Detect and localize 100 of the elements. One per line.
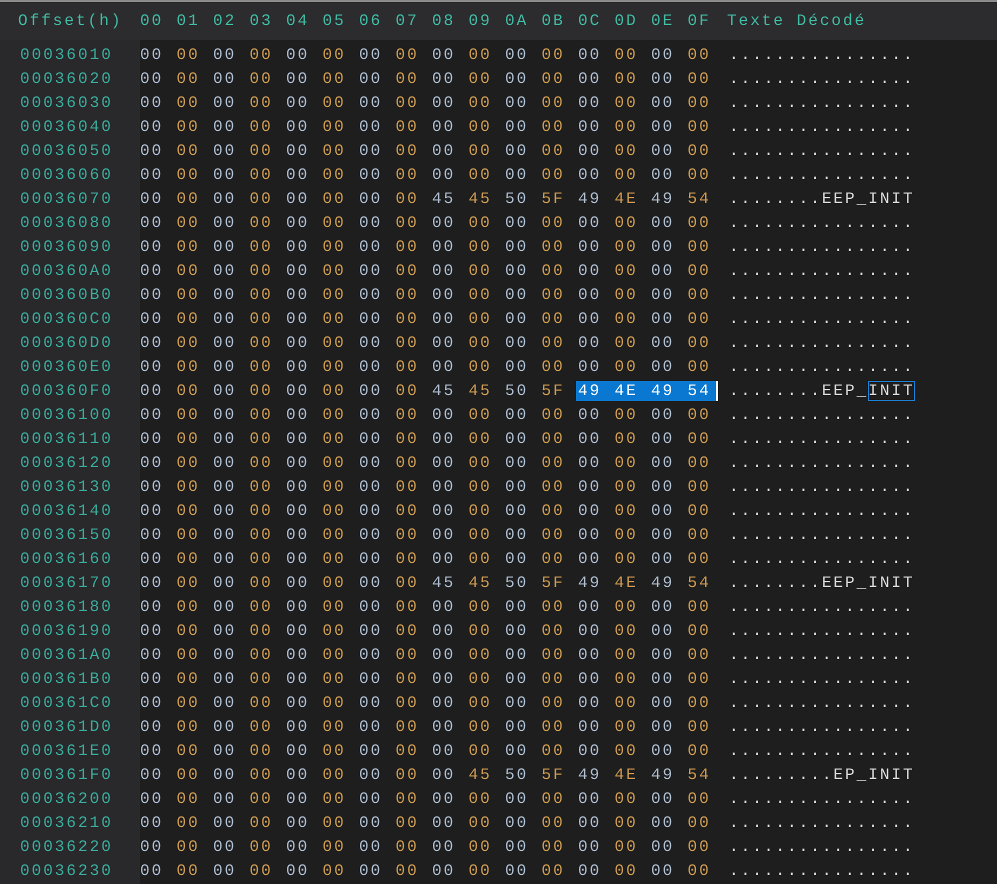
hex-byte[interactable]: 00 xyxy=(320,309,355,329)
hex-byte[interactable]: 00 xyxy=(248,669,282,689)
hex-byte[interactable]: 4E xyxy=(612,189,647,209)
hex-byte[interactable]: 00 xyxy=(174,645,209,665)
hex-byte[interactable]: 00 xyxy=(394,645,428,665)
hex-byte[interactable]: 00 xyxy=(320,213,355,233)
hex-byte[interactable]: 00 xyxy=(466,405,501,425)
hex-byte[interactable]: 00 xyxy=(503,165,538,185)
hex-byte[interactable]: 00 xyxy=(138,693,172,713)
hex-byte[interactable]: 00 xyxy=(394,261,428,281)
hex-byte[interactable]: 00 xyxy=(394,477,428,497)
hex-byte[interactable]: 00 xyxy=(540,741,574,761)
hex-byte[interactable]: 00 xyxy=(686,285,720,305)
hex-byte[interactable]: 00 xyxy=(211,69,246,89)
hex-byte[interactable]: 00 xyxy=(612,117,647,137)
hex-byte[interactable]: 00 xyxy=(138,453,172,473)
hex-byte[interactable]: 00 xyxy=(576,237,610,257)
hex-byte[interactable]: 00 xyxy=(612,477,647,497)
hex-byte[interactable]: 00 xyxy=(320,765,355,785)
hex-byte[interactable]: 00 xyxy=(540,453,574,473)
hex-byte[interactable]: 00 xyxy=(466,669,501,689)
hex-byte[interactable]: 00 xyxy=(284,525,318,545)
hex-byte[interactable]: 00 xyxy=(138,405,172,425)
hex-byte[interactable]: 00 xyxy=(466,285,501,305)
hex-byte[interactable]: 00 xyxy=(430,141,464,161)
hex-byte[interactable]: 00 xyxy=(138,237,172,257)
hex-byte[interactable]: 00 xyxy=(211,357,246,377)
hex-byte[interactable]: 00 xyxy=(284,333,318,353)
hex-byte[interactable]: 00 xyxy=(576,645,610,665)
hex-byte[interactable]: 00 xyxy=(320,573,355,593)
hex-byte[interactable]: 00 xyxy=(430,429,464,449)
hex-byte[interactable]: 00 xyxy=(284,381,318,401)
hex-byte[interactable]: 00 xyxy=(320,669,355,689)
hex-byte[interactable]: 00 xyxy=(466,597,501,617)
hex-byte[interactable]: 00 xyxy=(576,813,610,833)
hex-byte[interactable]: 00 xyxy=(430,357,464,377)
hex-byte[interactable]: 00 xyxy=(320,141,355,161)
hex-byte[interactable]: 00 xyxy=(576,789,610,809)
hex-byte[interactable]: 00 xyxy=(649,621,684,641)
hex-byte[interactable]: 00 xyxy=(686,93,720,113)
hex-byte[interactable]: 00 xyxy=(649,165,684,185)
hex-byte[interactable]: 00 xyxy=(466,453,501,473)
hex-byte[interactable]: 00 xyxy=(394,549,428,569)
hex-byte[interactable]: 00 xyxy=(612,69,647,89)
hex-byte[interactable]: 00 xyxy=(394,429,428,449)
hex-byte[interactable]: 00 xyxy=(284,573,318,593)
hex-byte[interactable]: 00 xyxy=(466,45,501,65)
hex-byte[interactable]: 00 xyxy=(211,237,246,257)
hex-byte[interactable]: 00 xyxy=(540,645,574,665)
hex-byte[interactable]: 00 xyxy=(211,213,246,233)
hex-byte[interactable]: 00 xyxy=(284,837,318,857)
hex-byte[interactable]: 00 xyxy=(320,381,355,401)
hex-byte[interactable]: 00 xyxy=(540,165,574,185)
hex-byte[interactable]: 00 xyxy=(649,237,684,257)
hex-byte[interactable]: 00 xyxy=(174,213,209,233)
hex-byte[interactable]: 00 xyxy=(394,213,428,233)
hex-byte[interactable]: 00 xyxy=(284,597,318,617)
hex-byte[interactable]: 00 xyxy=(540,285,574,305)
hex-byte[interactable]: 00 xyxy=(576,165,610,185)
hex-byte[interactable]: 00 xyxy=(576,621,610,641)
hex-byte[interactable]: 00 xyxy=(174,93,209,113)
hex-byte[interactable]: 00 xyxy=(248,741,282,761)
hex-byte[interactable]: 54 xyxy=(686,765,720,785)
hex-byte[interactable]: 00 xyxy=(211,189,246,209)
hex-byte[interactable]: 00 xyxy=(466,261,501,281)
hex-byte[interactable]: 54 xyxy=(686,573,720,593)
hex-byte[interactable]: 00 xyxy=(211,165,246,185)
hex-byte[interactable]: 00 xyxy=(686,477,720,497)
hex-byte[interactable]: 00 xyxy=(686,669,720,689)
hex-byte[interactable]: 00 xyxy=(649,69,684,89)
hex-byte[interactable]: 00 xyxy=(394,237,428,257)
hex-byte[interactable]: 00 xyxy=(430,405,464,425)
hex-byte[interactable]: 00 xyxy=(174,741,209,761)
hex-byte[interactable]: 00 xyxy=(503,525,538,545)
hex-byte[interactable]: 00 xyxy=(503,309,538,329)
hex-byte[interactable]: 00 xyxy=(174,189,209,209)
hex-byte[interactable]: 00 xyxy=(466,213,501,233)
hex-byte[interactable]: 00 xyxy=(612,165,647,185)
hex-byte[interactable]: 00 xyxy=(174,717,209,737)
hex-byte[interactable]: 5F xyxy=(540,381,574,401)
hex-byte[interactable]: 00 xyxy=(284,429,318,449)
hex-byte[interactable]: 00 xyxy=(540,117,574,137)
hex-byte[interactable]: 00 xyxy=(284,309,318,329)
hex-byte[interactable]: 00 xyxy=(138,597,172,617)
hex-byte[interactable]: 00 xyxy=(503,789,538,809)
hex-byte[interactable]: 00 xyxy=(686,117,720,137)
hex-byte[interactable]: 00 xyxy=(430,765,464,785)
hex-byte[interactable]: 00 xyxy=(248,165,282,185)
hex-byte[interactable]: 00 xyxy=(430,741,464,761)
hex-byte[interactable]: 00 xyxy=(211,405,246,425)
hex-byte[interactable]: 00 xyxy=(320,237,355,257)
hex-byte[interactable]: 00 xyxy=(430,93,464,113)
hex-byte[interactable]: 00 xyxy=(503,741,538,761)
hex-byte[interactable]: 00 xyxy=(612,717,647,737)
hex-byte[interactable]: 00 xyxy=(430,621,464,641)
hex-byte[interactable]: 00 xyxy=(686,549,720,569)
hex-byte[interactable]: 00 xyxy=(357,213,392,233)
hex-byte[interactable]: 00 xyxy=(430,501,464,521)
hex-byte[interactable]: 00 xyxy=(248,573,282,593)
hex-byte[interactable]: 00 xyxy=(357,453,392,473)
